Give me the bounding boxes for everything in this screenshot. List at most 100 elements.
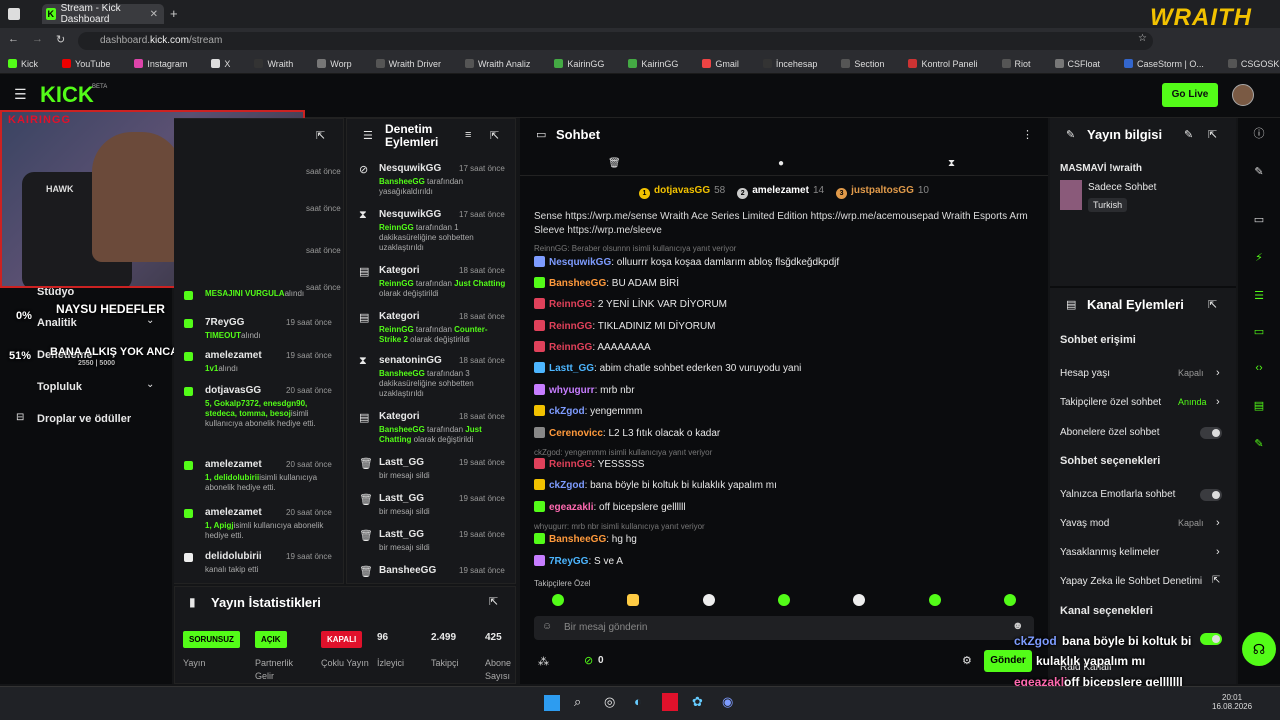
- chat-username[interactable]: NesquwikGG: [549, 257, 611, 268]
- chat-message[interactable]: ckZgod: yengemmm: [534, 405, 642, 417]
- list-icon[interactable]: ☰: [1249, 286, 1269, 306]
- close-tab-icon[interactable]: ✕: [150, 9, 158, 20]
- chat-icon[interactable]: ▭: [1249, 322, 1269, 342]
- chat-message[interactable]: BansheeGG: BU ADAM BİRİ: [534, 277, 679, 289]
- chevron-right-icon[interactable]: ›: [1216, 367, 1220, 379]
- url-field[interactable]: dashboard.kick.com/stream: [78, 32, 1153, 50]
- emote-icon[interactable]: [551, 594, 564, 606]
- chat-username[interactable]: BansheeGG: [549, 534, 606, 545]
- chat-message[interactable]: ReinnGG: YESSSSS: [534, 458, 644, 470]
- chat-message[interactable]: Cerenovicc: L2 L3 fıtık olacak o kadar: [534, 427, 720, 439]
- app-icon[interactable]: ✿: [692, 694, 703, 710]
- new-tab-icon[interactable]: +: [170, 6, 178, 21]
- nav-drops[interactable]: Droplar ve ödüller: [37, 413, 131, 425]
- chat-username[interactable]: ckZgod: [549, 480, 585, 491]
- setting-toggle[interactable]: [1200, 427, 1222, 439]
- video-icon[interactable]: ▭: [1249, 210, 1269, 230]
- people-icon[interactable]: ⁂: [538, 655, 549, 668]
- bookmark-item[interactable]: Section: [841, 58, 896, 69]
- vivaldi-icon[interactable]: [662, 693, 678, 711]
- chat-message[interactable]: NesquwikGG: olluurrr koşa koşaa damlarım…: [534, 256, 839, 268]
- edit-icon[interactable]: ✎: [1249, 162, 1269, 182]
- chat-username[interactable]: ReinnGG: [549, 459, 592, 470]
- app-icon[interactable]: ◎: [604, 694, 615, 710]
- top-gifter[interactable]: 2 amelezamet 14: [737, 185, 824, 199]
- chat-message[interactable]: ReinnGG: AAAAAAAA: [534, 341, 651, 353]
- search-icon[interactable]: ⌕: [574, 694, 581, 710]
- back-icon[interactable]: ←: [8, 33, 19, 45]
- emote-icon[interactable]: [627, 594, 640, 606]
- bookmark-item[interactable]: X: [211, 58, 242, 69]
- chat-username[interactable]: ReinnGG: [549, 342, 592, 353]
- chat-message[interactable]: 7ReyGG: S ve A: [534, 555, 623, 567]
- popout-icon[interactable]: ⇱: [1208, 128, 1217, 141]
- browser-logo-icon[interactable]: [8, 8, 20, 20]
- bookmark-item[interactable]: CSFloat: [1054, 58, 1113, 69]
- external-link-icon[interactable]: ⇱: [1212, 575, 1220, 586]
- chat-username[interactable]: Cerenovicc: [549, 428, 603, 439]
- chevron-right-icon[interactable]: ›: [1216, 517, 1220, 529]
- emote-picker-icon[interactable]: ☺: [542, 621, 552, 632]
- windows-start-icon[interactable]: [544, 695, 560, 711]
- support-icon[interactable]: ☊: [1242, 632, 1276, 666]
- bookmark-item[interactable]: Wraith Driver: [375, 58, 453, 69]
- chevron-right-icon[interactable]: ›: [1216, 546, 1220, 558]
- smile-icon[interactable]: ☻: [1012, 620, 1024, 632]
- go-live-button[interactable]: Go Live: [1162, 83, 1218, 107]
- bookmark-item[interactable]: Kontrol Paneli: [908, 58, 989, 69]
- bookmark-item[interactable]: Instagram: [134, 58, 199, 69]
- settings-icon[interactable]: ⚙: [962, 654, 972, 667]
- chat-username[interactable]: BansheeGG: [549, 278, 606, 289]
- chat-message[interactable]: ReinnGG: 2 YENİ LİNK VAR DİYORUM: [534, 298, 727, 310]
- bookmark-item[interactable]: Riot: [1001, 58, 1043, 69]
- bookmark-item[interactable]: YouTube: [62, 58, 122, 69]
- popout-icon[interactable]: ⇱: [1208, 298, 1217, 311]
- chat-username[interactable]: ReinnGG: [549, 321, 592, 332]
- chat-username[interactable]: 7ReyGG: [549, 556, 588, 567]
- server-icon[interactable]: ▤: [1249, 396, 1269, 416]
- bookmark-item[interactable]: Worp: [317, 58, 363, 69]
- bookmark-item[interactable]: CSGOSKINS.GG: [1227, 58, 1280, 69]
- chat-message[interactable]: whyugurr: mrb nbr: [534, 384, 635, 396]
- bookmark-icon[interactable]: ☆: [1138, 33, 1147, 44]
- chat-message[interactable]: Lastt_GG: abim chatle sohbet ederken 30 …: [534, 362, 801, 374]
- bookmark-item[interactable]: Gmail: [702, 58, 751, 69]
- chat-message[interactable]: egeazakli: off bicepslere gellllll: [534, 501, 686, 513]
- send-button[interactable]: Gönder: [984, 650, 1032, 672]
- menu-icon[interactable]: ☰: [14, 86, 27, 103]
- bookmark-item[interactable]: İncehesap: [762, 58, 830, 69]
- reload-icon[interactable]: ↻: [56, 33, 65, 46]
- hourglass-tab-icon[interactable]: ⧗: [948, 158, 955, 169]
- bookmark-item[interactable]: Wraith: [254, 58, 305, 69]
- emote-icon[interactable]: [853, 594, 866, 606]
- toggle-on[interactable]: [1200, 633, 1222, 645]
- chat-message[interactable]: BansheeGG: hg hg: [534, 533, 637, 545]
- chat-username[interactable]: egeazakli: [549, 502, 593, 513]
- steam-icon[interactable]: ◐: [634, 694, 642, 709]
- emote-icon[interactable]: [1004, 594, 1017, 606]
- bookmark-item[interactable]: KairinGG: [554, 58, 616, 69]
- filter-icon[interactable]: ≡: [465, 129, 471, 141]
- bubble-tab-icon[interactable]: ●: [778, 158, 784, 169]
- bookmark-item[interactable]: Wraith Analiz: [464, 58, 542, 69]
- info-icon[interactable]: ⓘ: [1249, 124, 1269, 144]
- browser-tab[interactable]: K Stream - Kick Dashboard ✕: [42, 3, 164, 25]
- chat-username[interactable]: Lastt_GG: [549, 363, 594, 374]
- discord-icon[interactable]: ◉: [722, 694, 733, 710]
- more-icon[interactable]: ⋮: [1022, 128, 1033, 141]
- wrench-icon[interactable]: ✎: [1249, 434, 1269, 454]
- setting-toggle[interactable]: [1200, 489, 1222, 501]
- nav-analytics[interactable]: Analitik: [37, 317, 77, 329]
- chat-username[interactable]: ReinnGG: [549, 299, 592, 310]
- chevron-down-icon[interactable]: ⌄: [146, 315, 154, 326]
- top-gifter[interactable]: 1 dotjavasGG 58: [638, 185, 725, 199]
- avatar[interactable]: [1232, 84, 1254, 106]
- popout-icon[interactable]: ⇱: [489, 595, 498, 608]
- chat-message[interactable]: ckZgod: bana böyle bi koltuk bi kulaklık…: [534, 479, 777, 491]
- bolt-icon[interactable]: ⚡: [1249, 248, 1269, 268]
- popout-icon[interactable]: ⇱: [490, 129, 499, 142]
- chevron-down-icon[interactable]: ⌄: [146, 379, 154, 390]
- emote-icon[interactable]: [777, 594, 790, 606]
- edit-icon[interactable]: ✎: [1184, 128, 1193, 141]
- chat-message[interactable]: ReinnGG: TIKLADINIZ MI DİYORUM: [534, 320, 716, 332]
